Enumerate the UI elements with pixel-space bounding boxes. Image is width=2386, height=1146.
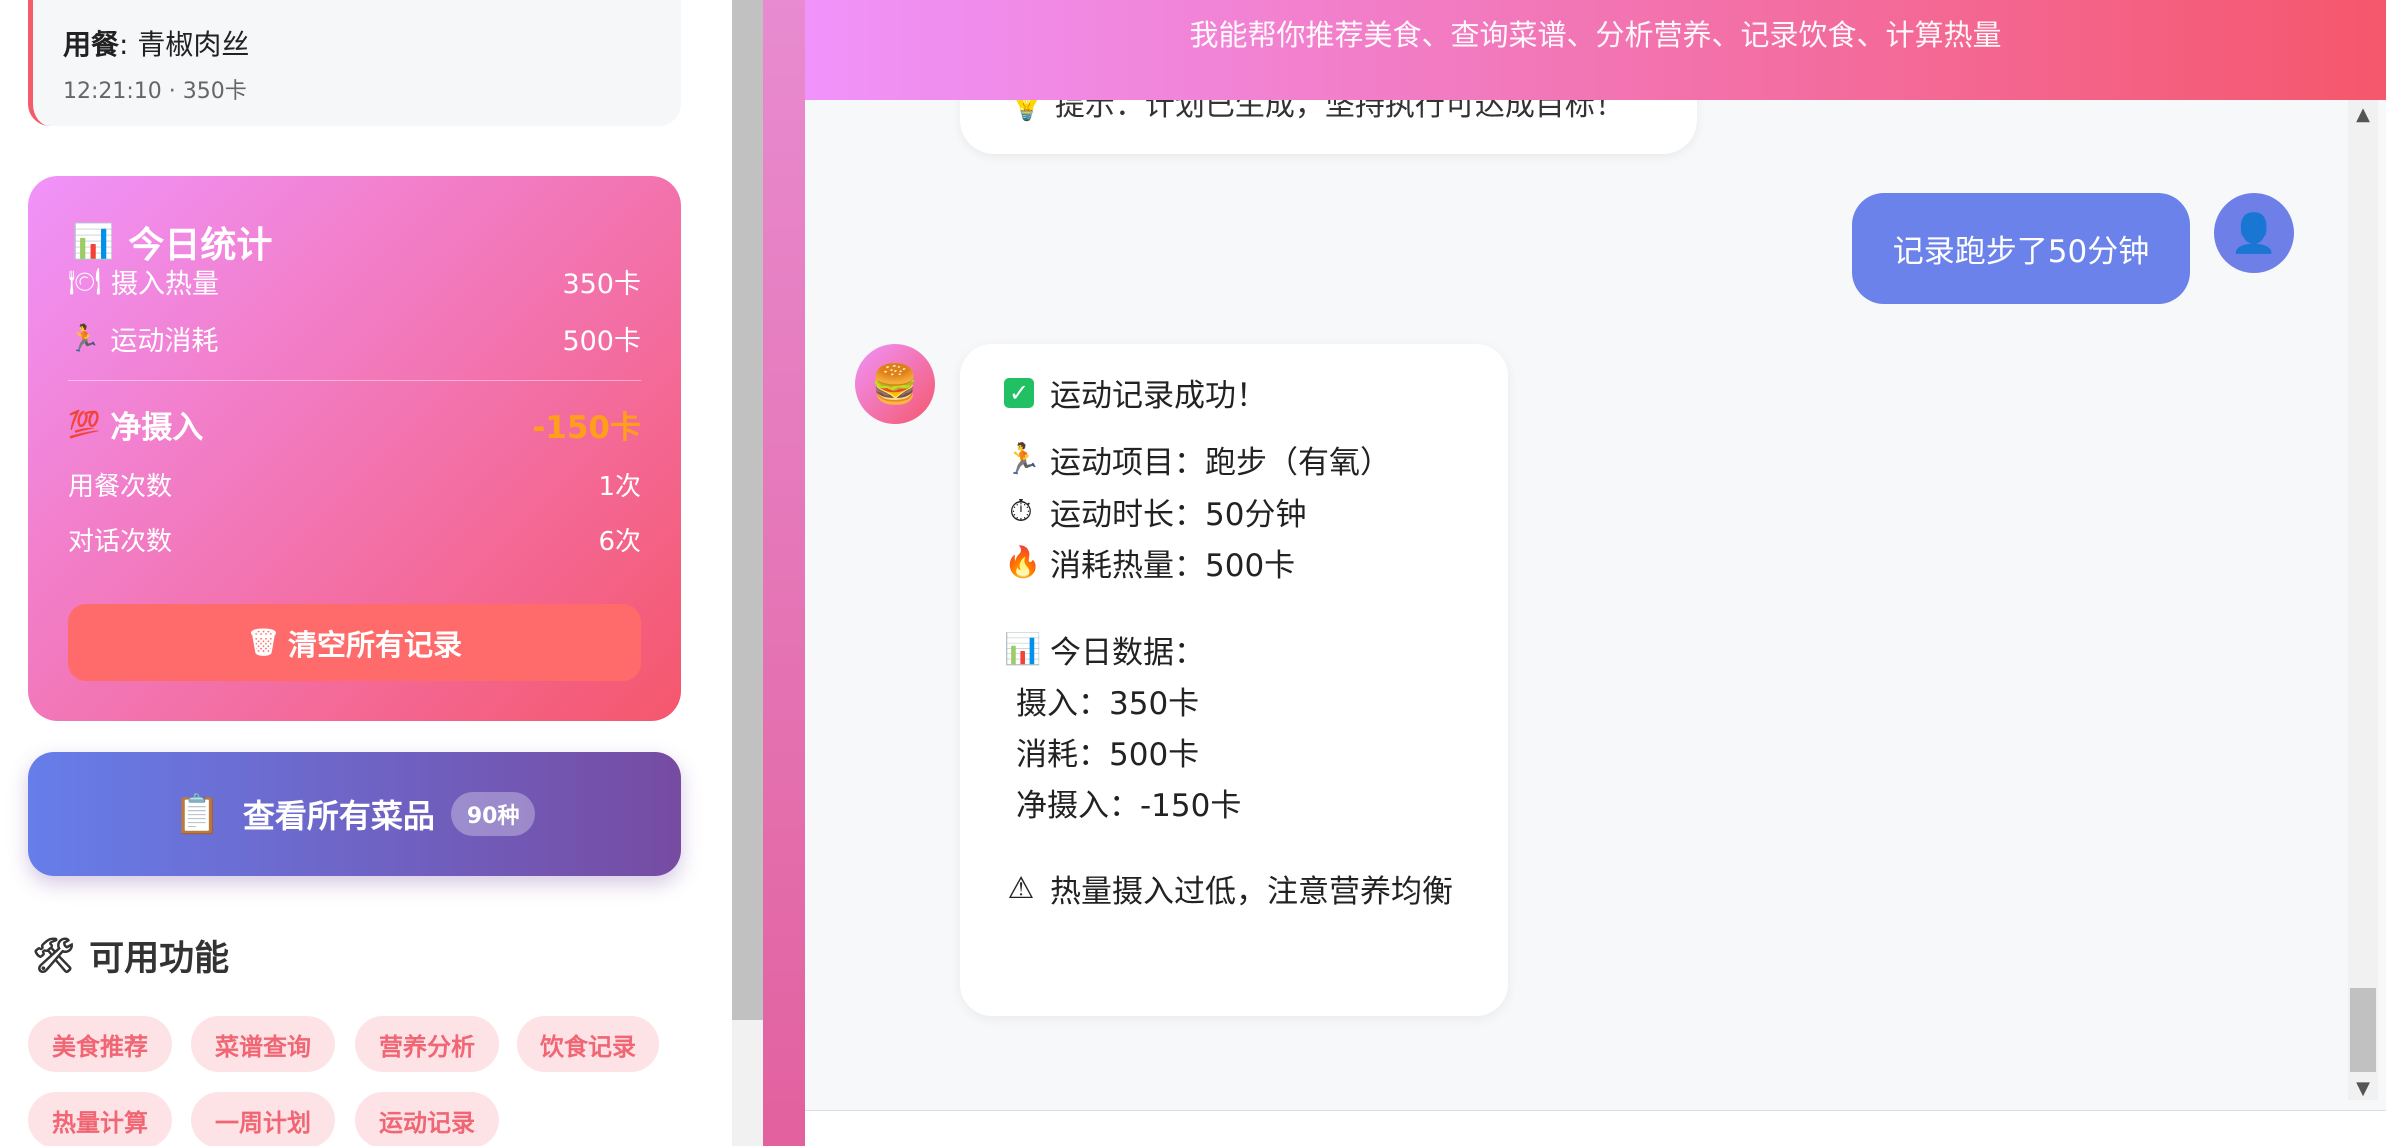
bot-line-calories: 🔥 消耗热量：500卡: [1004, 540, 1295, 585]
meal-record-meta: 12:21:10 · 350卡: [63, 79, 247, 104]
today-stats-card: 📊 今日统计 🍽 摄入热量 350卡 🏃 运动消耗 500卡 💯 净摄入 -150卡 …: [28, 176, 681, 721]
stat-intake-label: 摄入热量: [111, 269, 220, 300]
bot-line-warning: ⚠ 热量摄入过低，注意营养均衡: [1004, 866, 1453, 911]
stat-meals: 用餐次数 1次: [68, 466, 641, 503]
bot-line-intake: 摄入：350卡: [1016, 686, 1200, 722]
warning-icon: ⚠: [1007, 871, 1035, 906]
bot-line-exercise-type-text: 运动项目：跑步（有氧）: [1050, 445, 1391, 481]
bot-line-burn: 消耗：500卡: [1016, 737, 1200, 773]
meal-record-card: 用餐: 青椒肉丝 12:21:10 · 350卡: [28, 0, 681, 126]
bot-line-duration: ⏱ 运动时长：50分钟: [1004, 489, 1306, 534]
stat-chats: 对话次数 6次: [68, 521, 641, 558]
runner-icon: 🏃: [68, 323, 101, 354]
bot-line-duration-text: 运动时长：50分钟: [1050, 497, 1307, 533]
bot-line-exercise-type: 🏃 运动项目：跑步（有氧）: [1004, 437, 1391, 482]
trash-icon: 🗑: [246, 627, 280, 658]
meal-record-line: 用餐: 青椒肉丝: [63, 23, 249, 63]
stat-net: 💯 净摄入 -150卡: [68, 402, 641, 447]
user-message: 记录跑步了50分钟: [1852, 193, 2190, 304]
bot-avatar: 🍔: [855, 344, 935, 424]
stat-chats-label: 对话次数: [68, 527, 173, 557]
view-all-dishes-button[interactable]: 📋 查看所有菜品 90种: [28, 752, 681, 876]
plate-icon: 🍽: [68, 266, 102, 297]
feature-tag-exercise-record[interactable]: 运动记录: [355, 1092, 499, 1146]
runner-icon: 🏃: [1004, 442, 1042, 477]
bar-chart-icon: 📊: [1004, 632, 1042, 667]
feature-tag-calorie-calc[interactable]: 热量计算: [28, 1092, 172, 1146]
sidebar: 用餐: 青椒肉丝 12:21:10 · 350卡 📊 今日统计 🍽 摄入热量 35…: [0, 0, 732, 1146]
bot-line-calories-text: 消耗热量：500卡: [1050, 548, 1296, 584]
bar-chart-icon: 📊: [72, 222, 115, 262]
meal-label: 用餐: [63, 28, 120, 61]
burger-icon: 🍔: [871, 361, 919, 406]
check-mark-icon: ✓: [1004, 377, 1034, 408]
stat-meals-label: 用餐次数: [68, 472, 173, 502]
user-silhouette-icon: 👤: [2230, 210, 2278, 255]
stat-net-value: -150卡: [532, 410, 641, 446]
feature-tag-food-recommend[interactable]: 美食推荐: [28, 1016, 172, 1072]
features-title: 🛠 可用功能: [32, 930, 229, 981]
user-avatar: 👤: [2214, 193, 2294, 273]
chat-input-area[interactable]: [805, 1111, 2386, 1146]
fire-icon: 🔥: [1004, 545, 1042, 580]
clipboard-icon: 📋: [173, 791, 221, 836]
feature-tag-recipe-search[interactable]: 菜谱查询: [191, 1016, 335, 1072]
pane-divider: [763, 0, 805, 1146]
chat-scroll-down-arrow-icon[interactable]: ▼: [2348, 1074, 2378, 1104]
chat-pane: 💡 提示：计划已生成，坚持执行可达成目标！ 我能帮你推荐美食、查询菜谱、分析营养…: [805, 0, 2386, 1146]
feature-tag-nutrition-analysis[interactable]: 营养分析: [355, 1016, 499, 1072]
feature-tag-diet-record[interactable]: 饮食记录: [517, 1016, 659, 1072]
stat-intake-value: 350卡: [562, 269, 641, 300]
tools-icon: 🛠: [32, 935, 76, 976]
stats-title-text: 今日统计: [128, 225, 273, 266]
stats-divider: [68, 380, 641, 381]
bot-line-success: ✓ 运动记录成功！: [1004, 370, 1267, 415]
stat-burn-value: 500卡: [562, 326, 641, 357]
clear-all-records-button[interactable]: 🗑 清空所有记录: [68, 604, 641, 681]
bot-line-success-text: 运动记录成功！: [1050, 378, 1267, 414]
feature-tag-weekly-plan[interactable]: 一周计划: [191, 1092, 335, 1146]
bot-line-today-data: 📊 今日数据：: [1004, 627, 1205, 672]
dish-count-badge: 90种: [450, 792, 536, 836]
stat-burn: 🏃 运动消耗 500卡: [68, 319, 641, 358]
stat-intake: 🍽 摄入热量 350卡: [68, 262, 641, 301]
stat-net-label: 净摄入: [110, 410, 204, 446]
bot-line-warning-text: 热量摄入过低，注意营养均衡: [1050, 874, 1453, 910]
meal-dish: : 青椒肉丝: [119, 28, 250, 61]
stopwatch-icon: ⏱: [1009, 494, 1033, 529]
stat-chats-value: 6次: [598, 527, 641, 557]
chat-scroll-up-arrow-icon[interactable]: ▲: [2348, 100, 2378, 130]
chat-scrollbar-track[interactable]: [2348, 100, 2378, 1100]
bot-line-net: 净摄入：-150卡: [1016, 788, 1242, 824]
chat-header: 我能帮你推荐美食、查询菜谱、分析营养、记录饮食、计算热量: [805, 0, 2386, 100]
clear-all-records-label: 清空所有记录: [288, 627, 463, 662]
bot-message: ✓ 运动记录成功！ 🏃 运动项目：跑步（有氧） ⏱ 运动时长：50分钟 🔥 消耗…: [960, 344, 1508, 1016]
sidebar-scrollbar-thumb[interactable]: [732, 0, 763, 1020]
features-title-text: 可用功能: [89, 939, 230, 979]
hundred-points-icon: 💯: [68, 409, 101, 440]
view-all-dishes-label: 查看所有菜品: [242, 797, 435, 835]
bot-line-today-data-text: 今日数据：: [1050, 635, 1205, 671]
stat-burn-label: 运动消耗: [110, 326, 219, 357]
stat-meals-value: 1次: [598, 472, 641, 502]
stats-title: 📊 今日统计: [72, 216, 272, 268]
chat-scrollbar-thumb[interactable]: [2350, 988, 2376, 1072]
